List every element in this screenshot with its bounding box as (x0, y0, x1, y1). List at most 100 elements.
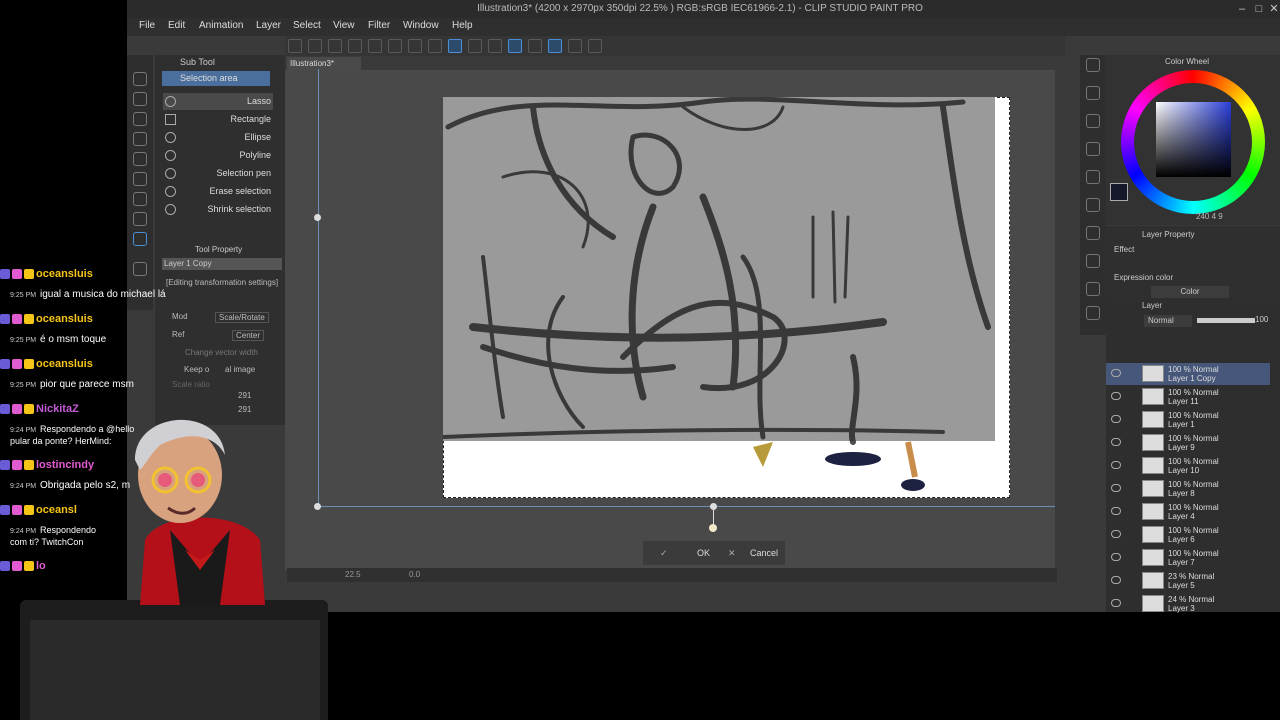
eye-icon[interactable] (1111, 599, 1121, 607)
color-set-icon[interactable] (1086, 226, 1100, 240)
text-tool-icon[interactable] (133, 262, 147, 276)
redo-icon[interactable] (388, 39, 402, 53)
ok-button[interactable]: ✓ OK (660, 546, 710, 560)
layer-row[interactable]: 100 % Normal Layer 8 (1106, 478, 1270, 500)
mode-select[interactable]: Scale/Rotate (215, 312, 269, 323)
save-icon[interactable] (328, 39, 342, 53)
material-icon[interactable] (1086, 198, 1100, 212)
layer-row[interactable]: 23 % Normal Layer 5 (1106, 570, 1270, 592)
layer-row[interactable]: 24 % Normal Layer 3 (1106, 593, 1270, 615)
chat-username[interactable]: lo (0, 560, 46, 574)
snap-grid-icon[interactable] (568, 39, 582, 53)
eraser-tool-icon[interactable] (133, 152, 147, 166)
keep-original-checkbox[interactable]: Keep o (184, 365, 209, 374)
layer-row[interactable]: 100 % Normal Layer 11 (1106, 386, 1270, 408)
undo-icon[interactable] (368, 39, 382, 53)
zoom-value[interactable]: 22.5 (345, 570, 361, 579)
zoom-tool-icon[interactable] (133, 92, 147, 106)
eye-icon[interactable] (1111, 392, 1121, 400)
search-icon[interactable] (1086, 58, 1100, 72)
chat-username[interactable]: oceansluis (0, 313, 93, 327)
change-vector-width-option[interactable]: Change vector width (185, 348, 258, 357)
subtool-polyline[interactable]: Polyline (163, 147, 273, 164)
chat-username[interactable]: NickitaZ (0, 403, 79, 417)
selection-area-group[interactable]: Selection area (162, 71, 270, 86)
subtool-lasso[interactable]: Lasso (163, 93, 273, 110)
intermediate-color-icon[interactable] (1086, 282, 1100, 296)
sub-view-icon[interactable] (1086, 114, 1100, 128)
menu-select[interactable]: Select (293, 20, 321, 31)
export-icon[interactable] (348, 39, 362, 53)
eye-icon[interactable] (1111, 507, 1121, 515)
invert-selection-icon[interactable] (488, 39, 502, 53)
opacity-value[interactable]: 100 (1255, 315, 1268, 324)
menu-help[interactable]: Help (452, 20, 473, 31)
layer-row[interactable]: 100 % Normal Layer 7 (1106, 547, 1270, 569)
clear-icon[interactable] (408, 39, 422, 53)
maximize-button[interactable]: □ (1251, 2, 1267, 16)
rotate-handle[interactable] (709, 524, 717, 532)
settings-icon[interactable] (588, 39, 602, 53)
open-icon[interactable] (308, 39, 322, 53)
color-history-icon[interactable] (1086, 254, 1100, 268)
layer-row[interactable]: 100 % Normal Layer 1 Copy (1106, 363, 1270, 385)
layer-row[interactable]: 100 % Normal Layer 4 (1106, 501, 1270, 523)
minimize-button[interactable]: – (1234, 2, 1250, 16)
layer-row[interactable]: 100 % Normal Layer 6 (1106, 524, 1270, 546)
layer-row[interactable]: 100 % Normal Layer 10 (1106, 455, 1270, 477)
chat-username[interactable]: oceansluis (0, 358, 93, 372)
move-tool-icon[interactable] (133, 72, 147, 86)
eye-icon[interactable] (1111, 530, 1121, 538)
subtool-selection-pen[interactable]: Selection pen (163, 165, 273, 182)
menu-edit[interactable]: Edit (168, 20, 185, 31)
selection-tool-icon[interactable] (133, 232, 147, 246)
eye-icon[interactable] (1111, 369, 1121, 377)
document-tab[interactable]: Illustration3* (287, 57, 361, 70)
fill-icon[interactable] (428, 39, 442, 53)
layer-row[interactable]: 100 % Normal Layer 1 (1106, 409, 1270, 431)
deselect-icon[interactable] (468, 39, 482, 53)
expression-color-select[interactable]: Color (1151, 286, 1229, 298)
transform-icon[interactable] (448, 39, 462, 53)
chat-username[interactable]: oceansluis (0, 268, 93, 282)
menu-window[interactable]: Window (403, 20, 439, 31)
menu-filter[interactable]: Filter (368, 20, 390, 31)
history-icon[interactable] (1086, 170, 1100, 184)
scale-width-input[interactable]: 291 (238, 391, 251, 400)
eye-icon[interactable] (1111, 553, 1121, 561)
eye-icon[interactable] (1111, 438, 1121, 446)
pencil-tool-icon[interactable] (133, 132, 147, 146)
info-icon[interactable] (1086, 142, 1100, 156)
chat-username[interactable]: oceansl (0, 504, 77, 518)
menu-file[interactable]: File (139, 20, 155, 31)
eye-icon[interactable] (1111, 461, 1121, 469)
eye-icon[interactable] (1111, 576, 1121, 584)
gradient-tool-icon[interactable] (133, 212, 147, 226)
rotation-value[interactable]: 0.0 (409, 570, 420, 579)
close-button[interactable]: ✕ (1266, 2, 1280, 16)
snap-special-ruler-icon[interactable] (548, 39, 562, 53)
chat-username[interactable]: lostincindy (0, 459, 94, 473)
pen-tool-icon[interactable] (133, 112, 147, 126)
eye-icon[interactable] (1111, 484, 1121, 492)
subtool-rectangle[interactable]: Rectangle (163, 111, 273, 128)
eye-icon[interactable] (1111, 415, 1121, 423)
layer-row[interactable]: 100 % Normal Layer 9 (1106, 432, 1270, 454)
menu-layer[interactable]: Layer (256, 20, 281, 31)
brush-tool-icon[interactable] (133, 172, 147, 186)
subtool-shrink-selection[interactable]: Shrink selection (163, 201, 273, 218)
menu-animation[interactable]: Animation (199, 20, 243, 31)
handle-bottom-left[interactable] (314, 503, 321, 510)
subtool-erase-selection[interactable]: Erase selection (163, 183, 273, 200)
navigator-icon[interactable] (1086, 86, 1100, 100)
subtool-ellipse[interactable]: Ellipse (163, 129, 273, 146)
cancel-button[interactable]: ✕ Cancel (728, 546, 778, 560)
fill-tool-icon[interactable] (133, 192, 147, 206)
blend-mode-select[interactable]: Normal (1144, 315, 1192, 327)
saturation-value-square[interactable] (1156, 102, 1231, 177)
reference-select[interactable]: Center (232, 330, 265, 341)
new-icon[interactable] (288, 39, 302, 53)
snap-ruler-icon[interactable] (528, 39, 542, 53)
main-color-swatch[interactable] (1110, 183, 1128, 201)
layer-search-icon[interactable] (1086, 306, 1100, 320)
